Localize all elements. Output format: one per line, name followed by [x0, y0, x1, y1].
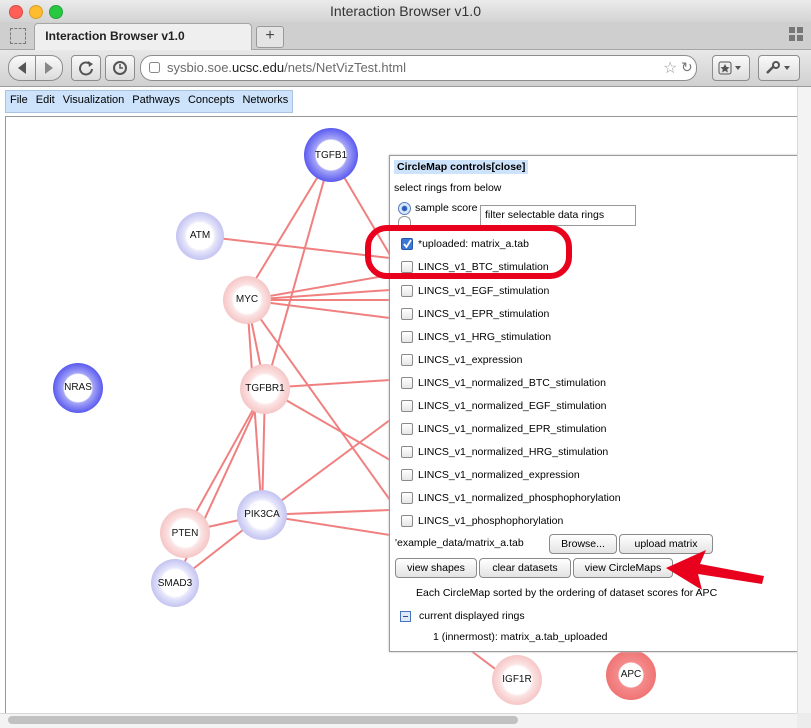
ring-checkbox[interactable] [401, 423, 413, 435]
file-path-field[interactable]: 'example_data/matrix_a.tab [395, 534, 547, 552]
ring-checkbox[interactable] [401, 515, 413, 527]
ring-checkbox[interactable] [401, 354, 413, 366]
node-label-smad3: SMAD3 [157, 578, 193, 589]
ring-label: LINCS_v1_normalized_EGF_stimulation [418, 400, 607, 412]
node-label-tgfbr1: TGFBR1 [245, 383, 285, 394]
current-rings-row[interactable]: current displayed rings [400, 608, 525, 624]
ring-checkbox[interactable] [401, 446, 413, 458]
edge [264, 154, 332, 391]
ring-checkbox[interactable] [401, 285, 413, 297]
node-label-atm: ATM [189, 230, 211, 241]
sample-score-radio-row[interactable]: sample score [398, 200, 477, 216]
view-circlemaps-button[interactable]: view CircleMaps [573, 558, 673, 578]
node-label-pik3ca: PIK3CA [244, 509, 280, 520]
current-rings-label: current displayed rings [419, 610, 525, 622]
ring-entry: 1 (innermost): matrix_a.tab_uploaded [433, 631, 608, 643]
filter-rings-placeholder: filter selectable data rings [485, 209, 605, 221]
ring-checkbox[interactable] [401, 492, 413, 504]
ring-label: LINCS_v1_EGF_stimulation [418, 285, 550, 297]
ring-label: LINCS_v1_expression [418, 354, 523, 366]
sample-score-radio[interactable] [398, 201, 411, 215]
ring-row[interactable]: LINCS_v1_expression [401, 352, 522, 368]
ring-row[interactable]: LINCS_v1_normalized_EGF_stimulation [401, 398, 607, 414]
ring-label: LINCS_v1_normalized_phosphophorylation [418, 492, 621, 504]
clear-datasets-button[interactable]: clear datasets [479, 558, 571, 578]
second-radio[interactable] [398, 216, 411, 225]
collapse-icon[interactable] [400, 610, 411, 622]
select-rings-label: select rings from below [394, 182, 502, 194]
ring-label: LINCS_v1_phosphophorylation [418, 515, 564, 527]
node-label-apc: APC [620, 669, 642, 680]
ring-checkbox[interactable] [401, 308, 413, 320]
ring-row[interactable]: LINCS_v1_normalized_phosphophorylation [401, 490, 621, 506]
browse-button[interactable]: Browse... [549, 534, 617, 554]
ring-row[interactable]: LINCS_v1_phosphophorylation [401, 513, 563, 529]
highlight-ellipse [365, 225, 572, 279]
node-label-nras: NRAS [64, 382, 92, 393]
ring-label: LINCS_v1_EPR_stimulation [418, 308, 550, 320]
vertical-scrollbar[interactable] [797, 87, 811, 713]
node-label-tgfb1: TGFB1 [314, 150, 348, 161]
panel-title-close[interactable]: CircleMap controls[close] [394, 160, 529, 174]
ring-checkbox[interactable] [401, 469, 413, 481]
ring-row[interactable]: LINCS_v1_EGF_stimulation [401, 283, 549, 299]
ring-row[interactable]: LINCS_v1_EPR_stimulation [401, 306, 549, 322]
ring-label: LINCS_v1_normalized_HRG_stimulation [418, 446, 609, 458]
view-shapes-button[interactable]: view shapes [395, 558, 477, 578]
node-label-pten: PTEN [171, 528, 199, 539]
ring-row[interactable]: LINCS_v1_normalized_EPR_stimulation [401, 421, 607, 437]
horizontal-scroll-thumb[interactable] [8, 716, 518, 724]
ring-label: LINCS_v1_HRG_stimulation [418, 331, 552, 343]
sample-score-label: sample score [415, 202, 478, 214]
ring-checkbox[interactable] [401, 331, 413, 343]
annotation-arrow-icon [666, 550, 764, 590]
ring-label: LINCS_v1_normalized_expression [418, 469, 580, 481]
ring-label: LINCS_v1_normalized_BTC_stimulation [418, 377, 606, 389]
ring-checkbox[interactable] [401, 400, 413, 412]
ring-row[interactable]: LINCS_v1_HRG_stimulation [401, 329, 551, 345]
ring-checkbox[interactable] [401, 377, 413, 389]
ring-row[interactable]: LINCS_v1_normalized_expression [401, 467, 580, 483]
filter-rings-input[interactable]: filter selectable data rings [480, 205, 636, 226]
ring-label: LINCS_v1_normalized_EPR_stimulation [418, 423, 607, 435]
ring-row[interactable]: LINCS_v1_normalized_BTC_stimulation [401, 375, 606, 391]
node-label-igf1r: IGF1R [502, 674, 532, 685]
node-label-myc: MYC [235, 294, 259, 305]
ring-row[interactable]: LINCS_v1_normalized_HRG_stimulation [401, 444, 608, 460]
